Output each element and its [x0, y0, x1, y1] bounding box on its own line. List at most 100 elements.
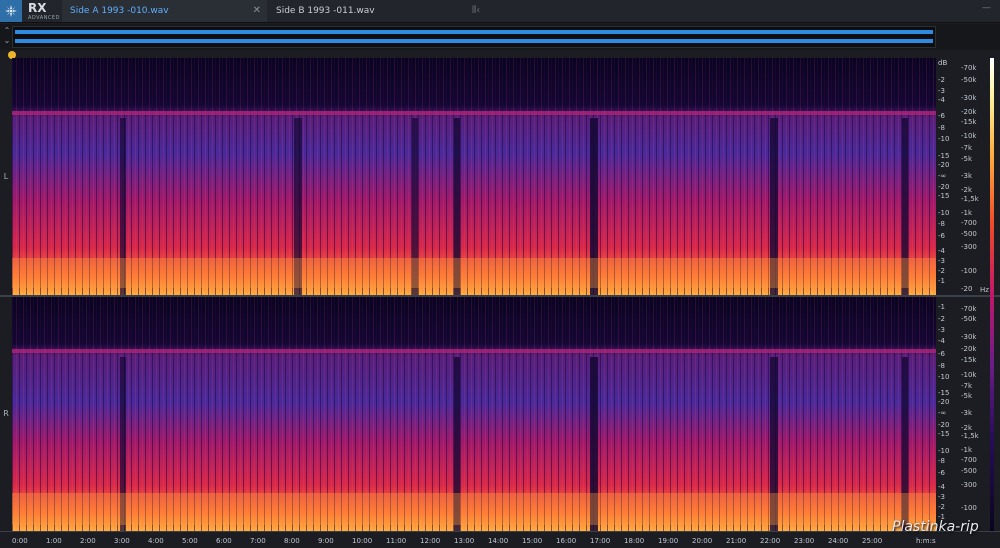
db-label: -6: [938, 232, 945, 240]
hz-label: -15k: [961, 356, 977, 364]
hz-label: -1k: [961, 446, 973, 454]
db-label: -∞: [938, 172, 947, 180]
db-label: -4: [938, 96, 945, 104]
tab-label: Side A 1993 -010.wav: [70, 6, 169, 16]
db-label: -20: [938, 398, 950, 406]
hz-label: -700: [961, 219, 977, 227]
db-label: -15: [938, 192, 950, 200]
db-label: -10: [938, 373, 950, 381]
time-label: 14:00: [488, 537, 509, 545]
db-label: -2: [938, 503, 945, 511]
hz-label: -7k: [961, 382, 973, 390]
hz-unit-label: Hz: [980, 286, 989, 294]
db-label: dB: [938, 59, 948, 67]
time-unit-label: h:m:s: [916, 537, 936, 545]
tab-label: Side B 1993 -011.wav: [276, 6, 375, 16]
time-label: 8:00: [284, 537, 300, 545]
hz-label: -70k: [961, 305, 977, 313]
spectrogram-left[interactable]: [12, 58, 936, 295]
time-ruler[interactable]: 0:00 1:00 2:00 3:00 4:00 5:00 6:00 7:00 …: [0, 531, 1000, 548]
tab-overflow-icon[interactable]: ⫴‹: [472, 0, 480, 22]
hz-label: -1,5k: [961, 432, 979, 440]
time-label: 20:00: [692, 537, 713, 545]
time-label: 17:00: [590, 537, 611, 545]
time-label: 0:00: [12, 537, 28, 545]
hz-label: -20k: [961, 108, 977, 116]
db-label: -15: [938, 152, 950, 160]
hz-label: -100: [961, 267, 977, 275]
hz-label: -15k: [961, 118, 977, 126]
hz-label: -5k: [961, 155, 973, 163]
db-label: -2: [938, 267, 945, 275]
hz-scale-left: -70k -50k -30k -20k -15k -10k -7k -5k -3…: [958, 58, 988, 295]
time-label: 4:00: [148, 537, 164, 545]
time-label: 1:00: [46, 537, 62, 545]
hz-label: -2k: [961, 424, 973, 432]
overview-waveform[interactable]: [12, 26, 936, 48]
db-label: -4: [938, 247, 945, 255]
hz-label: -500: [961, 230, 977, 238]
db-label: -8: [938, 362, 945, 370]
db-label: -10: [938, 209, 950, 217]
db-label: -4: [938, 337, 945, 345]
hz-label: -700: [961, 456, 977, 464]
db-scale-right: -1 -2 -3 -4 -6 -8 -10 -15 -20 -∞ -20 -15…: [936, 297, 958, 531]
hz-label: -50k: [961, 315, 977, 323]
time-label: 23:00: [794, 537, 815, 545]
spectrogram-left-image: [12, 58, 936, 295]
hz-label: -20: [961, 285, 973, 293]
db-label: -4: [938, 483, 945, 491]
time-label: 10:00: [352, 537, 373, 545]
db-label: -1: [938, 277, 945, 285]
hz-label: -100: [961, 504, 977, 512]
time-label: 15:00: [522, 537, 543, 545]
hz-label: -20k: [961, 345, 977, 353]
db-label: -3: [938, 326, 945, 334]
hz-label: -30k: [961, 333, 977, 341]
time-label: 25:00: [862, 537, 883, 545]
spectrogram-right[interactable]: [12, 297, 936, 531]
time-label: 12:00: [420, 537, 441, 545]
app-logo-icon[interactable]: [0, 0, 22, 22]
time-label: 6:00: [216, 537, 232, 545]
time-label: 19:00: [658, 537, 679, 545]
db-label: -1: [938, 303, 945, 311]
overview-channel-r: [15, 39, 933, 43]
hz-label: -3k: [961, 409, 973, 417]
db-label: -8: [938, 457, 945, 465]
title-bar: RX ADVANCED Side A 1993 -010.wav ✕ Side …: [0, 0, 1000, 23]
hz-label: -10k: [961, 371, 977, 379]
spectrogram-right-image: [12, 297, 936, 531]
db-scale-left: dB -2 -3 -4 -6 -8 -10 -15 -20 -∞ -20 -15…: [936, 58, 958, 295]
hz-label: -30k: [961, 94, 977, 102]
hz-label: -10k: [961, 132, 977, 140]
channel-label-left: L: [3, 172, 9, 181]
level-colorbar: [990, 58, 994, 531]
channel-label-right: R: [3, 409, 9, 418]
tab-side-b[interactable]: Side B 1993 -011.wav: [268, 0, 468, 22]
db-label: -2: [938, 76, 945, 84]
time-label: 9:00: [318, 537, 334, 545]
db-label: -6: [938, 112, 945, 120]
waveform-overview[interactable]: ⌃ ⌄: [0, 24, 1000, 50]
time-label: 18:00: [624, 537, 645, 545]
time-label: 13:00: [454, 537, 475, 545]
db-label: -3: [938, 493, 945, 501]
hz-label: -1,5k: [961, 195, 979, 203]
app-name: RX: [28, 1, 47, 15]
hz-label: -5k: [961, 392, 973, 400]
collapse-icon[interactable]: —: [982, 3, 992, 13]
db-label: -8: [938, 124, 945, 132]
app-logo-text: RX ADVANCED: [28, 0, 59, 22]
db-label: -∞: [938, 409, 947, 417]
db-label: -10: [938, 135, 950, 143]
hz-label: -2k: [961, 186, 973, 194]
tab-side-a[interactable]: Side A 1993 -010.wav ✕: [62, 0, 267, 22]
db-label: -6: [938, 469, 945, 477]
close-icon[interactable]: ✕: [253, 0, 261, 22]
expand-collapse-icon[interactable]: ⌃ ⌄: [2, 26, 12, 46]
db-label: -20: [938, 421, 950, 429]
overview-channel-l: [15, 30, 933, 34]
hz-label: -7k: [961, 144, 973, 152]
time-label: 21:00: [726, 537, 747, 545]
